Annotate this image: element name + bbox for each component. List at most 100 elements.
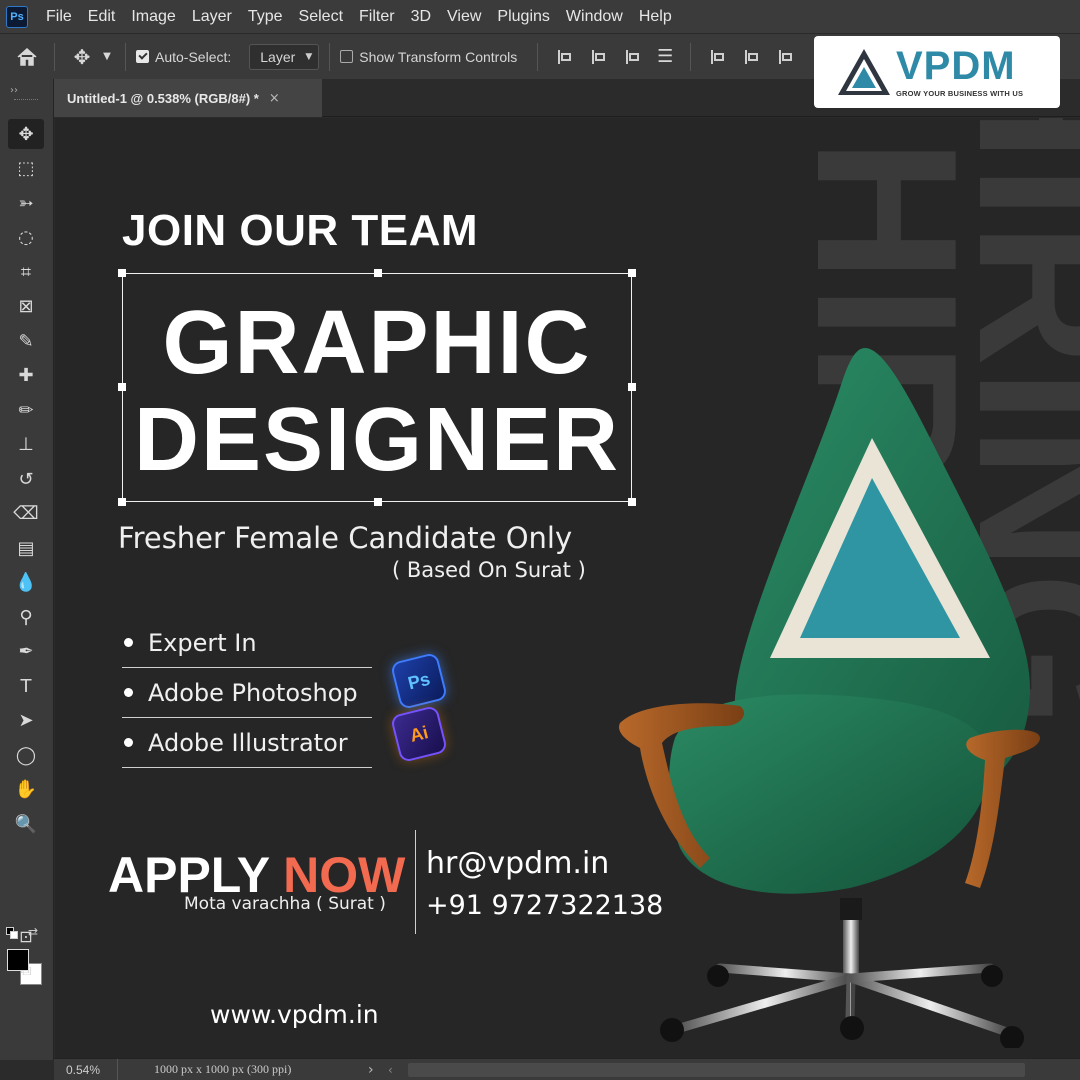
document-tab[interactable]: Untitled-1 @ 0.538% (RGB/8#) * × <box>54 79 322 117</box>
menu-type[interactable]: Type <box>240 8 291 26</box>
crop-tool-icon[interactable]: ⌗ <box>8 257 44 287</box>
close-icon[interactable]: × <box>269 91 280 106</box>
align-top-edges-icon[interactable] <box>710 49 726 65</box>
show-transform-controls-checkbox[interactable] <box>340 50 354 63</box>
menu-layer[interactable]: Layer <box>184 8 240 26</box>
healing-brush-tool-icon[interactable]: ✚ <box>8 361 44 391</box>
role-title-line1: GRAPHIC <box>162 293 592 393</box>
ellipse-tool-icon[interactable]: ◯ <box>8 740 44 770</box>
role-title-box[interactable]: GRAPHIC DESIGNER <box>118 269 636 506</box>
skill-label: Adobe Illustrator <box>148 728 348 757</box>
pen-tool-icon[interactable]: ✒ <box>8 637 44 667</box>
align-bottom-edges-icon[interactable] <box>778 49 794 65</box>
history-brush-tool-icon[interactable]: ↺ <box>8 464 44 494</box>
chair-caster <box>707 965 729 987</box>
menu-filter[interactable]: Filter <box>351 8 403 26</box>
distribute-icon[interactable]: ☰ <box>650 42 680 72</box>
website-url: www.vpdm.in <box>210 1000 379 1029</box>
align-horizontal-centers-icon[interactable] <box>591 49 607 65</box>
photoshop-app-icon: Ps <box>389 651 449 711</box>
frame-tool-icon[interactable]: ⊠ <box>8 292 44 322</box>
clone-stamp-tool-icon[interactable]: ⊥ <box>8 430 44 460</box>
bullet-icon <box>124 638 133 647</box>
dodge-tool-icon[interactable]: ⚲ <box>8 602 44 632</box>
eyedropper-tool-icon[interactable]: ✎ <box>8 326 44 356</box>
gradient-tool-icon[interactable]: ▤ <box>8 533 44 563</box>
options-separator <box>537 42 539 71</box>
blur-tool-icon[interactable]: 💧 <box>8 568 44 598</box>
transform-handle[interactable] <box>118 498 126 506</box>
menu-select[interactable]: Select <box>291 8 351 26</box>
collapse-panel-icon[interactable]: ›› <box>10 85 18 96</box>
menu-plugins[interactable]: Plugins <box>489 8 557 26</box>
transform-handle[interactable] <box>118 269 126 277</box>
quick-selection-tool-icon[interactable]: ◌ <box>8 223 44 253</box>
auto-select-target-value: Layer <box>260 48 296 65</box>
menu-window[interactable]: Window <box>558 8 631 26</box>
panel-grip[interactable] <box>14 99 38 101</box>
chevron-down-icon[interactable]: ▼ <box>99 42 115 72</box>
foreground-color-swatch[interactable] <box>7 949 29 971</box>
transform-handle[interactable] <box>374 498 382 506</box>
chair-gas-column <box>843 920 859 975</box>
hand-tool-icon[interactable]: ✋ <box>8 775 44 805</box>
auto-select-target-dropdown[interactable]: Layer ▼ <box>249 43 320 70</box>
tools-panel: ›› ✥⬚➳◌⌗⊠✎✚✏⊥↺⌫▤💧⚲✒T➤◯✋🔍 ⇄ ⊡ ⧉ <box>0 79 54 1060</box>
options-separator <box>125 42 126 71</box>
move-tool-icon[interactable]: ✥ <box>8 119 44 149</box>
menu-file[interactable]: File <box>38 8 80 26</box>
align-left-edges-icon[interactable] <box>557 49 573 65</box>
brush-tool-icon[interactable]: ✏ <box>8 395 44 425</box>
align-vertical-centers-icon[interactable] <box>744 49 760 65</box>
auto-select-label: Auto-Select: <box>155 48 232 65</box>
type-tool-icon[interactable]: T <box>8 671 44 701</box>
status-menu-arrow-icon[interactable]: › <box>368 1062 388 1078</box>
options-separator <box>690 42 692 71</box>
office-location: Mota varachha ( Surat ) <box>184 894 386 914</box>
list-item: Adobe Photoshop <box>122 668 372 718</box>
brand-logo: VPDM GROW YOUR BUSINESS WITH US <box>814 36 1060 108</box>
document-info[interactable]: 1000 px x 1000 px (300 ppi) <box>118 1062 368 1077</box>
location-note: ( Based On Surat ) <box>392 558 586 582</box>
contact-divider <box>415 830 416 934</box>
join-team-heading: JOIN OUR TEAM <box>122 206 479 255</box>
menu-3d[interactable]: 3D <box>403 8 439 26</box>
menu-edit[interactable]: Edit <box>80 8 124 26</box>
document-canvas[interactable]: HIRING HIRING JOIN OUR TEAM GRAPHIC DESI… <box>55 118 1080 1058</box>
bullet-icon <box>124 688 133 697</box>
menu-view[interactable]: View <box>439 8 489 26</box>
eraser-tool-icon[interactable]: ⌫ <box>8 499 44 529</box>
photoshop-logo-icon: Ps <box>6 5 28 28</box>
home-icon[interactable] <box>0 42 54 72</box>
align-right-edges-icon[interactable] <box>625 49 641 65</box>
menu-image[interactable]: Image <box>123 8 183 26</box>
role-title-line2: DESIGNER <box>133 390 621 490</box>
candidate-requirement: Fresher Female Candidate Only <box>118 521 573 555</box>
contact-email: hr@vpdm.in <box>426 846 610 881</box>
brand-name: VPDM <box>896 44 1016 88</box>
chevron-down-icon: ▼ <box>305 51 313 62</box>
brand-tagline: GROW YOUR BUSINESS WITH US <box>896 89 1024 98</box>
office-chair-image <box>619 348 1040 1048</box>
options-separator <box>54 42 55 71</box>
lasso-tool-icon[interactable]: ➳ <box>8 188 44 218</box>
chair-caster <box>981 965 1003 987</box>
zoom-tool-icon[interactable]: 🔍 <box>8 809 44 839</box>
menu-help[interactable]: Help <box>631 8 680 26</box>
chair-caster <box>840 1016 864 1040</box>
quick-mask-icon[interactable]: ⊡ <box>8 921 44 951</box>
marquee-tool-icon[interactable]: ⬚ <box>8 154 44 184</box>
skill-label: Adobe Photoshop <box>148 678 358 707</box>
path-selection-tool-icon[interactable]: ➤ <box>8 706 44 736</box>
skills-list: Expert In Adobe Photoshop Adobe Illustra… <box>122 618 372 768</box>
illustrator-app-icon: Ai <box>389 704 449 764</box>
list-item: Expert In <box>122 618 372 668</box>
zoom-level-field[interactable]: 0.54% <box>54 1059 118 1080</box>
scroll-left-arrow-icon[interactable]: ‹ <box>388 1063 408 1077</box>
skill-label: Expert In <box>148 628 257 657</box>
auto-select-checkbox[interactable] <box>136 50 149 63</box>
transform-handle[interactable] <box>628 269 636 277</box>
horizontal-scrollbar[interactable] <box>408 1062 1025 1077</box>
transform-handle[interactable] <box>374 269 382 277</box>
move-options-icon[interactable]: ✥ <box>65 42 99 72</box>
